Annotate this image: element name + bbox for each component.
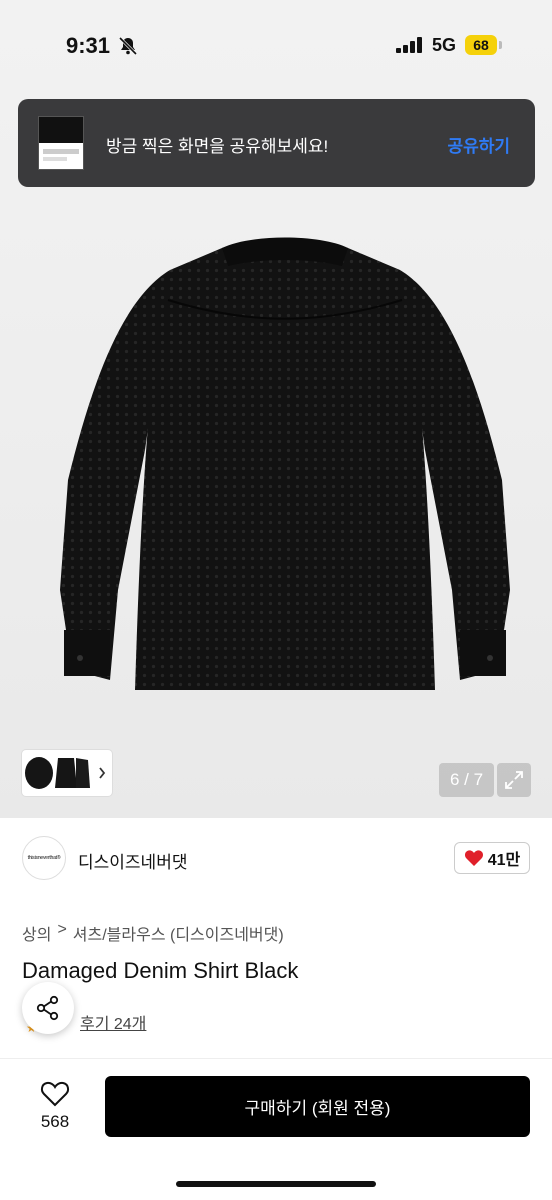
bell-slash-icon <box>118 36 138 56</box>
battery-tip <box>499 41 502 49</box>
thumbnail-strip[interactable] <box>22 750 112 796</box>
breadcrumb-subcategory[interactable]: 셔츠/블라우스 (디스이즈네버댓) <box>73 921 284 945</box>
image-counter: 6 / 7 <box>439 763 494 797</box>
share-icon[interactable] <box>22 982 74 1034</box>
signal-icon <box>396 37 422 53</box>
favorite-count: 568 <box>40 1112 70 1131</box>
status-time: 9:31 <box>66 33 111 58</box>
brand-like-button[interactable]: 41만 <box>454 842 530 874</box>
brand-logo[interactable]: thisisneverthat® <box>22 836 66 880</box>
status-bar: 9:31 5G 68 <box>0 0 552 90</box>
battery-level: 68 <box>473 37 489 53</box>
heart-outline-icon <box>40 1081 70 1107</box>
breadcrumb-separator: > <box>57 921 67 938</box>
share-button[interactable]: 공유하기 <box>447 132 510 157</box>
breadcrumb-category[interactable]: 상의 <box>22 921 51 945</box>
breadcrumb: 상의 > 셔츠/블라우스 (디스이즈네버댓) <box>22 921 284 945</box>
buy-button[interactable]: 구매하기 (회원 전용) <box>105 1076 530 1137</box>
expand-icon[interactable] <box>497 763 531 797</box>
thumbnail-images <box>25 757 106 789</box>
reviews-link[interactable]: 후기 24개 <box>80 1010 146 1034</box>
battery-icon: 68 <box>465 35 497 55</box>
share-toast: 방금 찍은 화면을 공유해보세요! 공유하기 <box>18 99 535 187</box>
brand-logo-text: thisisneverthat® <box>27 855 61 861</box>
favorite-button[interactable]: 568 <box>30 1078 80 1138</box>
product-photo <box>60 237 510 690</box>
toast-message: 방금 찍은 화면을 공유해보세요! <box>106 137 329 156</box>
heart-icon <box>464 850 483 866</box>
brand-like-count: 41만 <box>487 852 521 869</box>
product-image-area[interactable]: 9:31 5G 68 방금 찍은 화면을 공유해보세요! 공유하기 6 / 7 <box>0 0 552 818</box>
brand-name[interactable]: 디스이즈네버댓 <box>78 848 187 873</box>
screenshot-thumbnail[interactable] <box>38 116 84 170</box>
divider <box>0 1058 552 1059</box>
home-indicator <box>176 1181 376 1187</box>
network-type: 5G <box>432 35 457 55</box>
product-name: Damaged Denim Shirt Black <box>22 958 299 983</box>
